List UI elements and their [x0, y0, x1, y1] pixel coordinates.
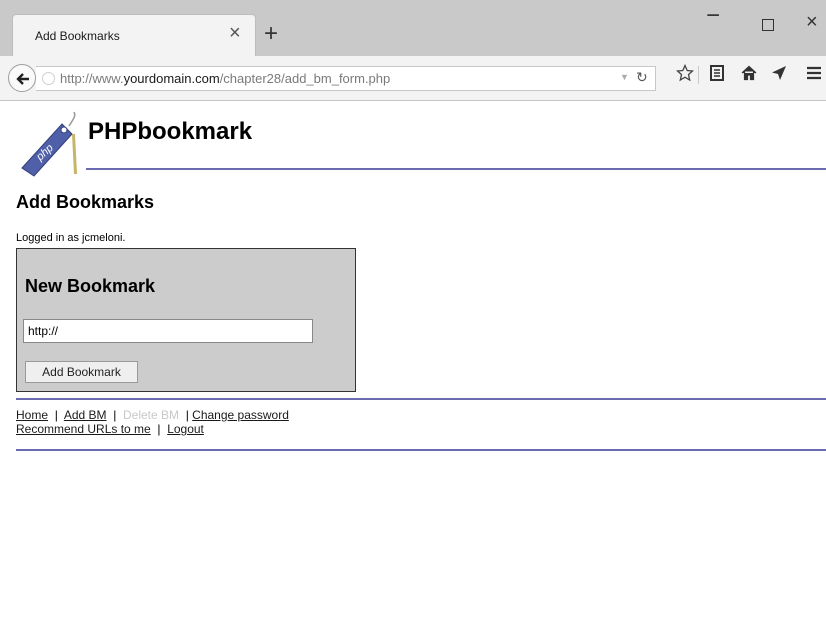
- star-icon[interactable]: [675, 63, 695, 87]
- home-icon[interactable]: [740, 64, 758, 87]
- tab-add-bookmarks[interactable]: Add Bookmarks ×: [12, 14, 256, 56]
- add-bookmark-button[interactable]: Add Bookmark: [25, 361, 138, 383]
- home-link[interactable]: Home: [16, 408, 48, 422]
- logged-in-status: Logged in as jcmeloni.: [16, 232, 126, 244]
- address-bar[interactable]: http://www.yourdomain.com/chapter28/add_…: [36, 66, 656, 91]
- link-separator: |: [185, 408, 189, 422]
- change-password-link[interactable]: Change password: [192, 408, 289, 422]
- tab-close-icon[interactable]: ×: [229, 23, 241, 43]
- php-logo: php: [14, 110, 84, 183]
- window-close-icon[interactable]: ×: [806, 12, 818, 32]
- maximize-icon[interactable]: [762, 19, 774, 31]
- toolbar-divider: [698, 66, 699, 84]
- url-domain: yourdomain.com: [123, 71, 220, 86]
- back-button[interactable]: [8, 64, 36, 92]
- reader-icon[interactable]: [708, 64, 726, 87]
- site-title: PHPbookmark: [88, 118, 253, 145]
- link-separator: |: [54, 408, 58, 422]
- link-separator: |: [157, 422, 161, 436]
- title-bar: Add Bookmarks × + − ×: [0, 0, 826, 56]
- recommend-urls-link[interactable]: Recommend URLs to me: [16, 422, 151, 436]
- header-rule: [86, 168, 826, 170]
- url-text[interactable]: http://www.yourdomain.com/chapter28/add_…: [60, 71, 390, 86]
- menu-row-2: Recommend URLs to me | Logout: [16, 422, 289, 436]
- menu-row-1: Home | Add BM | Delete BM | Change passw…: [16, 408, 289, 422]
- form-title: New Bookmark: [25, 276, 156, 296]
- menu-top-rule: [16, 398, 826, 400]
- bookmark-url-input[interactable]: [23, 319, 313, 343]
- send-icon[interactable]: [770, 64, 788, 87]
- back-arrow-icon: [16, 73, 29, 85]
- logout-link[interactable]: Logout: [167, 422, 204, 436]
- tab-title: Add Bookmarks: [35, 29, 120, 43]
- reload-icon[interactable]: ↻: [636, 69, 648, 86]
- url-prefix: http://www.: [60, 71, 124, 86]
- new-bookmark-form: New Bookmark Add Bookmark: [16, 248, 356, 392]
- history-dropdown-icon[interactable]: ▼: [620, 72, 629, 82]
- globe-icon: [42, 72, 55, 85]
- page-heading: Add Bookmarks: [16, 192, 155, 212]
- add-bm-link[interactable]: Add BM: [64, 408, 107, 422]
- new-tab-icon[interactable]: +: [264, 22, 278, 46]
- navigation-bar: http://www.yourdomain.com/chapter28/add_…: [0, 56, 826, 101]
- page-content: php PHPbookmark Add Bookmarks Logged in …: [0, 102, 826, 632]
- menu-icon[interactable]: [806, 64, 822, 87]
- menu-bottom-rule: [16, 449, 826, 451]
- delete-bm-link-disabled: Delete BM: [122, 408, 180, 422]
- menu-links: Home | Add BM | Delete BM | Change passw…: [16, 408, 289, 436]
- minimize-icon[interactable]: −: [706, 4, 720, 28]
- url-path: /chapter28/add_bm_form.php: [219, 71, 391, 86]
- link-separator: |: [113, 408, 117, 422]
